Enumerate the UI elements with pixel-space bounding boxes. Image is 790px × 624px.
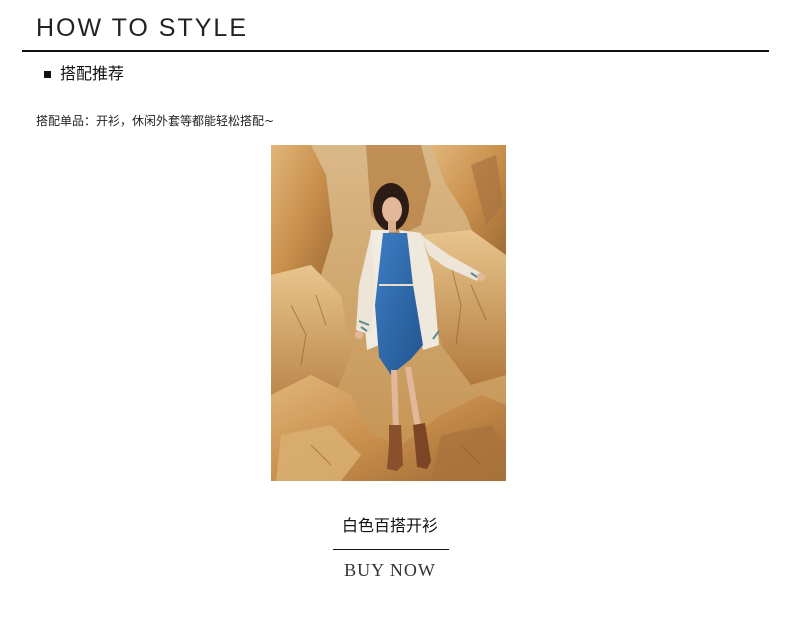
section-title: HOW TO STYLE bbox=[36, 14, 249, 42]
model-photo bbox=[271, 145, 506, 481]
styling-note: 搭配单品：开衫，休闲外套等都能轻松搭配~ bbox=[36, 114, 275, 128]
subheading: 搭配推荐 bbox=[44, 63, 124, 85]
square-bullet-icon bbox=[44, 70, 51, 78]
subheading-label: 搭配推荐 bbox=[60, 64, 125, 83]
model-photo-illustration bbox=[271, 145, 506, 481]
product-name: 白色百搭开衫 bbox=[341, 516, 438, 535]
buy-now-link[interactable]: BUY NOW bbox=[320, 559, 460, 581]
product-divider bbox=[333, 549, 449, 550]
title-divider bbox=[22, 50, 769, 52]
